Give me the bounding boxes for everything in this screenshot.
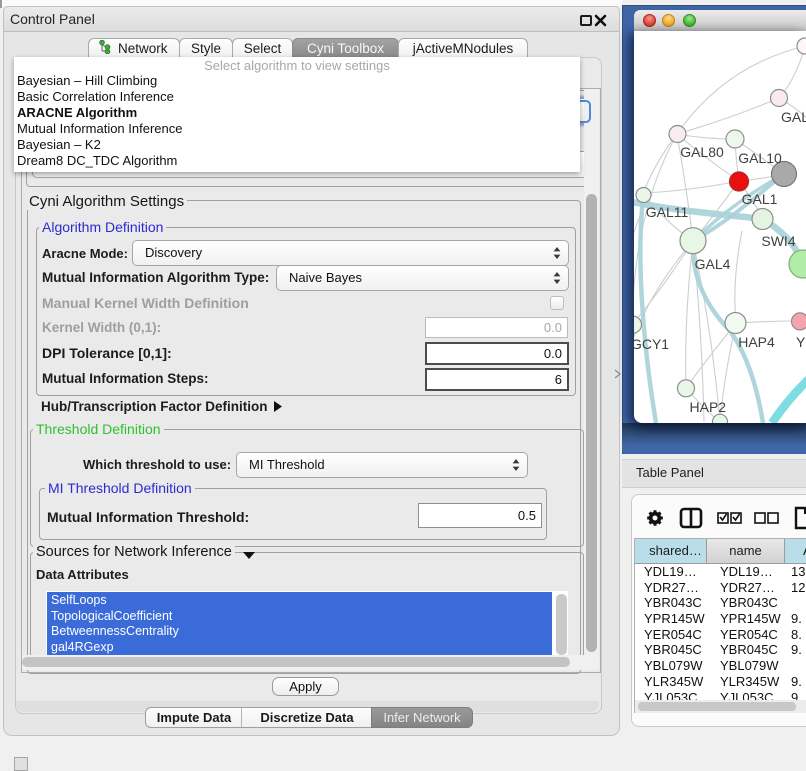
svg-text:HAP4: HAP4 bbox=[738, 334, 775, 350]
svg-text:GAL10: GAL10 bbox=[738, 150, 782, 166]
svg-text:GAL80: GAL80 bbox=[680, 144, 724, 160]
svg-text:GAL4: GAL4 bbox=[695, 256, 731, 272]
svg-text:GAL: GAL bbox=[781, 109, 806, 125]
svg-text:SWI4: SWI4 bbox=[761, 233, 795, 249]
svg-text:GCY1: GCY1 bbox=[634, 336, 669, 352]
svg-text:GAL1: GAL1 bbox=[742, 191, 778, 207]
svg-text:HAP2: HAP2 bbox=[690, 399, 727, 415]
svg-text:Y: Y bbox=[796, 334, 806, 350]
svg-text:GAL11: GAL11 bbox=[646, 204, 689, 220]
